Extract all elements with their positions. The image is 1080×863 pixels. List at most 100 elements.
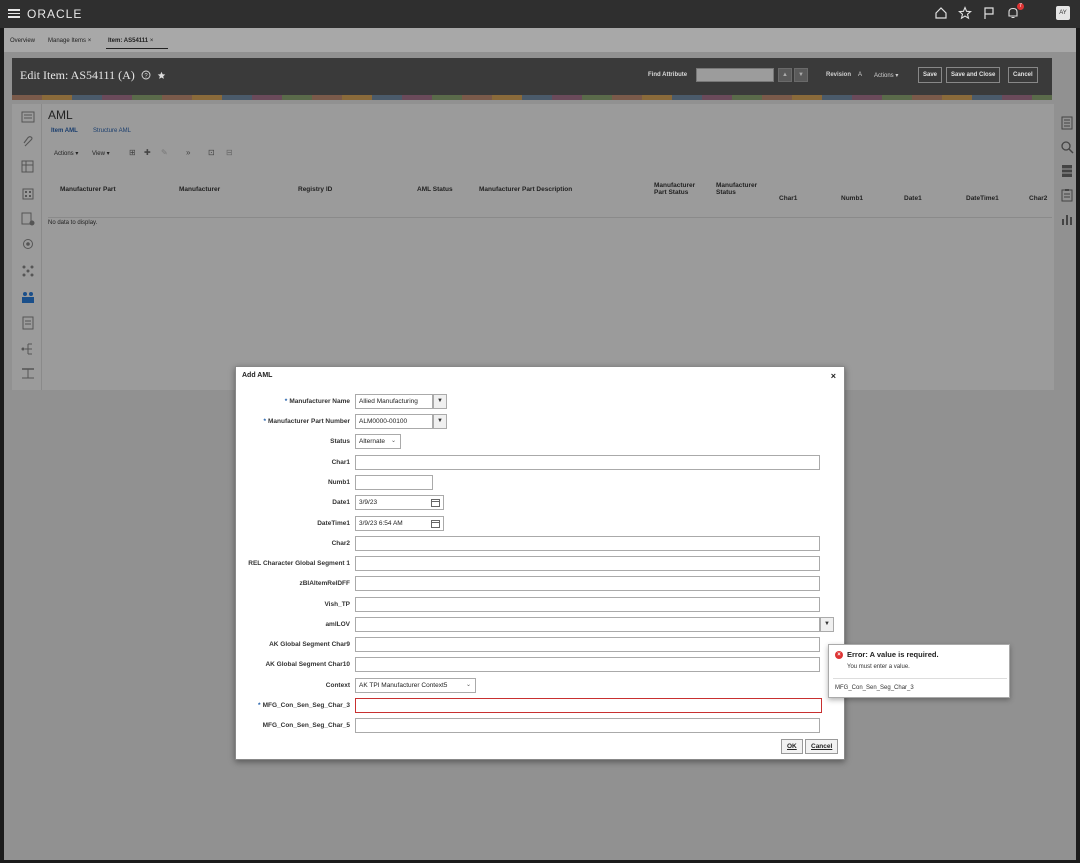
manufacturer-part-number-input[interactable]: ALM0000-00100 bbox=[355, 414, 433, 429]
tab-structure-aml[interactable]: Structure AML bbox=[93, 128, 131, 134]
column-header[interactable]: Numb1 bbox=[841, 195, 863, 202]
column-header[interactable]: Manufacturer bbox=[179, 186, 220, 193]
favorite-star-icon[interactable] bbox=[157, 71, 166, 80]
ak-global-char9-label: AK Global Segment Char9 bbox=[269, 641, 350, 648]
home-icon[interactable] bbox=[934, 6, 948, 20]
tab-bar: Overview Manage Items × Item: AS54111 × bbox=[4, 28, 1076, 52]
export-icon[interactable]: ⊡ bbox=[208, 148, 215, 157]
dialog-title: Add AML bbox=[242, 372, 273, 379]
hamburger-menu-icon[interactable] bbox=[8, 7, 20, 19]
summary-icon[interactable] bbox=[1060, 116, 1074, 130]
find-next-button[interactable]: ▼ bbox=[794, 68, 808, 82]
save-and-close-button[interactable]: Save and Close bbox=[946, 67, 1001, 83]
clipboard-icon[interactable] bbox=[1060, 188, 1074, 202]
zbi-item-rel-dff-input[interactable] bbox=[355, 576, 820, 591]
ak-global-char9-input[interactable] bbox=[355, 637, 820, 652]
manufacturer-name-input[interactable]: Allied Manufacturing bbox=[355, 394, 433, 409]
format-icon[interactable]: ⊞ bbox=[129, 148, 136, 157]
tools-icon[interactable] bbox=[21, 366, 35, 380]
revision-value[interactable]: A bbox=[858, 72, 862, 78]
error-message: You must enter a value. bbox=[847, 664, 910, 670]
notifications-bell-icon[interactable]: 7 bbox=[1006, 3, 1024, 20]
context-select-value: AK TPI Manufacturer Context5 bbox=[359, 682, 448, 689]
specifications-icon[interactable] bbox=[21, 160, 35, 174]
context-select[interactable]: AK TPI Manufacturer Context5 ⌄ bbox=[355, 678, 476, 693]
status-select[interactable]: Alternate ⌄ bbox=[355, 434, 401, 449]
detach-icon[interactable]: ⊟ bbox=[226, 148, 233, 157]
aml-table-header: Manufacturer Part Manufacturer Registry … bbox=[48, 166, 1052, 218]
ok-button[interactable]: OK bbox=[781, 739, 803, 754]
manufacturer-part-number-dropdown-button[interactable]: ▼ bbox=[433, 414, 447, 429]
aml-lov-dropdown-button[interactable]: ▼ bbox=[820, 617, 834, 632]
column-header[interactable]: Manufacturer Part bbox=[60, 186, 116, 193]
overview-icon[interactable] bbox=[21, 110, 35, 124]
close-icon[interactable]: × bbox=[150, 38, 154, 44]
find-previous-button[interactable]: ▲ bbox=[778, 68, 792, 82]
column-header[interactable]: Char1 bbox=[779, 195, 797, 202]
structures-icon[interactable] bbox=[21, 212, 35, 226]
search-icon[interactable] bbox=[1060, 140, 1074, 154]
tab-manage-items[interactable]: Manage Items × bbox=[48, 38, 91, 44]
char2-input[interactable] bbox=[355, 536, 820, 551]
help-icon[interactable]: ? bbox=[141, 70, 151, 80]
char2-label: Char2 bbox=[331, 540, 350, 547]
add-icon[interactable]: ✚ bbox=[144, 148, 151, 157]
column-header[interactable]: Manufacturer Part Description bbox=[479, 186, 572, 193]
mfg-char5-input[interactable] bbox=[355, 718, 820, 733]
page-title: Edit Item: AS54111 (A) ? bbox=[20, 68, 166, 83]
column-header[interactable]: DateTime1 bbox=[966, 195, 999, 202]
cancel-button[interactable]: Cancel bbox=[805, 739, 839, 754]
quality-icon[interactable] bbox=[21, 238, 35, 252]
mfg-char3-input[interactable] bbox=[355, 698, 822, 713]
oracle-logo[interactable]: ORACLE bbox=[27, 7, 82, 21]
rel-char-global-seg1-input[interactable] bbox=[355, 556, 820, 571]
aml-lov-input[interactable] bbox=[355, 617, 820, 632]
numb1-input[interactable] bbox=[355, 475, 433, 490]
relationships-icon[interactable] bbox=[21, 264, 35, 278]
document-icon[interactable] bbox=[21, 316, 35, 330]
aml-people-icon[interactable] bbox=[21, 290, 35, 304]
user-avatar[interactable]: AY bbox=[1056, 6, 1070, 20]
field-label-text: MFG_Con_Sen_Seg_Char_3 bbox=[262, 702, 350, 709]
calendar-icon[interactable] bbox=[431, 498, 440, 507]
char1-input[interactable] bbox=[355, 455, 820, 470]
attachment-icon[interactable] bbox=[21, 136, 35, 150]
tab-item-aml[interactable]: Item AML bbox=[51, 128, 78, 134]
numb1-label: Numb1 bbox=[327, 479, 350, 486]
find-attribute-input[interactable] bbox=[696, 68, 774, 82]
column-header[interactable]: Char2 bbox=[1029, 195, 1052, 202]
column-header[interactable]: Registry ID bbox=[298, 186, 332, 193]
status-select-value: Alternate bbox=[359, 438, 386, 445]
cancel-button[interactable]: Cancel bbox=[1008, 67, 1038, 83]
save-button[interactable]: Save bbox=[918, 67, 943, 83]
more-actions-icon[interactable]: » bbox=[186, 148, 190, 157]
close-icon[interactable]: × bbox=[831, 371, 836, 381]
tab-overview[interactable]: Overview bbox=[10, 38, 35, 44]
table-icon[interactable] bbox=[1060, 164, 1074, 178]
column-header[interactable]: AML Status bbox=[417, 186, 453, 193]
view-menu[interactable]: View ▾ bbox=[92, 150, 110, 157]
tab-item-as54111[interactable]: Item: AS54111 × bbox=[108, 38, 153, 44]
analytics-icon[interactable] bbox=[1060, 212, 1074, 226]
datetime1-input[interactable]: 3/9/23 6:54 AM bbox=[355, 516, 444, 531]
calendar-icon[interactable] bbox=[431, 519, 440, 528]
organizations-icon[interactable] bbox=[21, 186, 35, 200]
edit-icon[interactable]: ✎ bbox=[161, 148, 168, 157]
favorites-star-icon[interactable] bbox=[958, 6, 972, 20]
aml-region: AML Item AML Structure AML Actions ▾ Vie… bbox=[12, 104, 1054, 390]
date1-label: Date1 bbox=[332, 499, 350, 506]
date1-value: 3/9/23 bbox=[359, 499, 378, 506]
watchlist-flag-icon[interactable] bbox=[982, 6, 996, 20]
vish-tp-input[interactable] bbox=[355, 597, 820, 612]
column-header[interactable]: Date1 bbox=[904, 195, 922, 202]
manufacturer-name-dropdown-button[interactable]: ▼ bbox=[433, 394, 447, 409]
ak-global-char10-input[interactable] bbox=[355, 657, 820, 672]
column-header[interactable]: Manufacturer Part Status bbox=[654, 182, 708, 196]
column-header[interactable]: Manufacturer Status bbox=[716, 182, 768, 196]
notification-badge: 7 bbox=[1017, 3, 1024, 10]
hierarchy-icon[interactable] bbox=[21, 342, 35, 356]
actions-menu[interactable]: Actions ▾ bbox=[54, 150, 78, 157]
actions-menu[interactable]: Actions ▾ bbox=[874, 72, 898, 79]
date1-input[interactable]: 3/9/23 bbox=[355, 495, 444, 510]
close-icon[interactable]: × bbox=[88, 38, 92, 44]
